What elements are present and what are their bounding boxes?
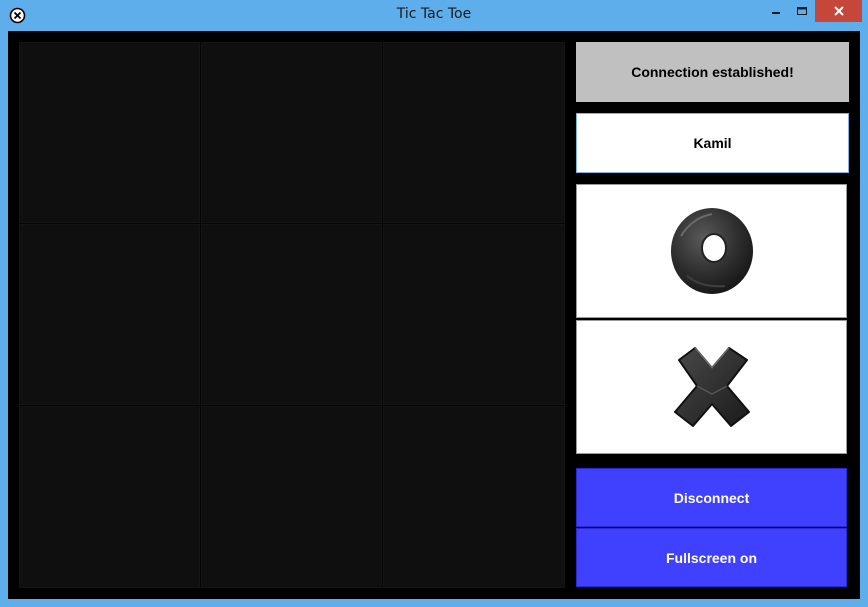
player-name: Kamil — [576, 113, 849, 173]
close-button[interactable] — [815, 0, 862, 22]
board-cell[interactable] — [383, 42, 565, 223]
app-window: Tic Tac Toe Connection established! Kami… — [0, 0, 868, 607]
maximize-button[interactable] — [789, 0, 815, 22]
game-board — [19, 42, 565, 588]
title-bar[interactable]: Tic Tac Toe — [0, 0, 868, 31]
board-cell[interactable] — [201, 224, 382, 405]
window-title: Tic Tac Toe — [396, 6, 472, 22]
x-piece-panel — [576, 320, 847, 454]
board-cell[interactable] — [383, 224, 565, 405]
o-piece-icon — [670, 208, 753, 294]
x-piece-icon — [673, 347, 750, 427]
disconnect-button[interactable]: Disconnect — [576, 468, 847, 527]
o-piece-panel — [576, 184, 847, 318]
client-area: Connection established! Kamil Disconnect… — [8, 31, 860, 599]
fullscreen-button[interactable]: Fullscreen on — [576, 528, 847, 587]
board-cell[interactable] — [19, 224, 200, 405]
connection-status: Connection established! — [576, 42, 849, 102]
board-cell[interactable] — [19, 42, 200, 223]
board-cell[interactable] — [19, 406, 200, 588]
minimize-button[interactable] — [763, 0, 789, 22]
board-cell[interactable] — [201, 42, 382, 223]
board-cell[interactable] — [201, 406, 382, 588]
board-cell[interactable] — [383, 406, 565, 588]
